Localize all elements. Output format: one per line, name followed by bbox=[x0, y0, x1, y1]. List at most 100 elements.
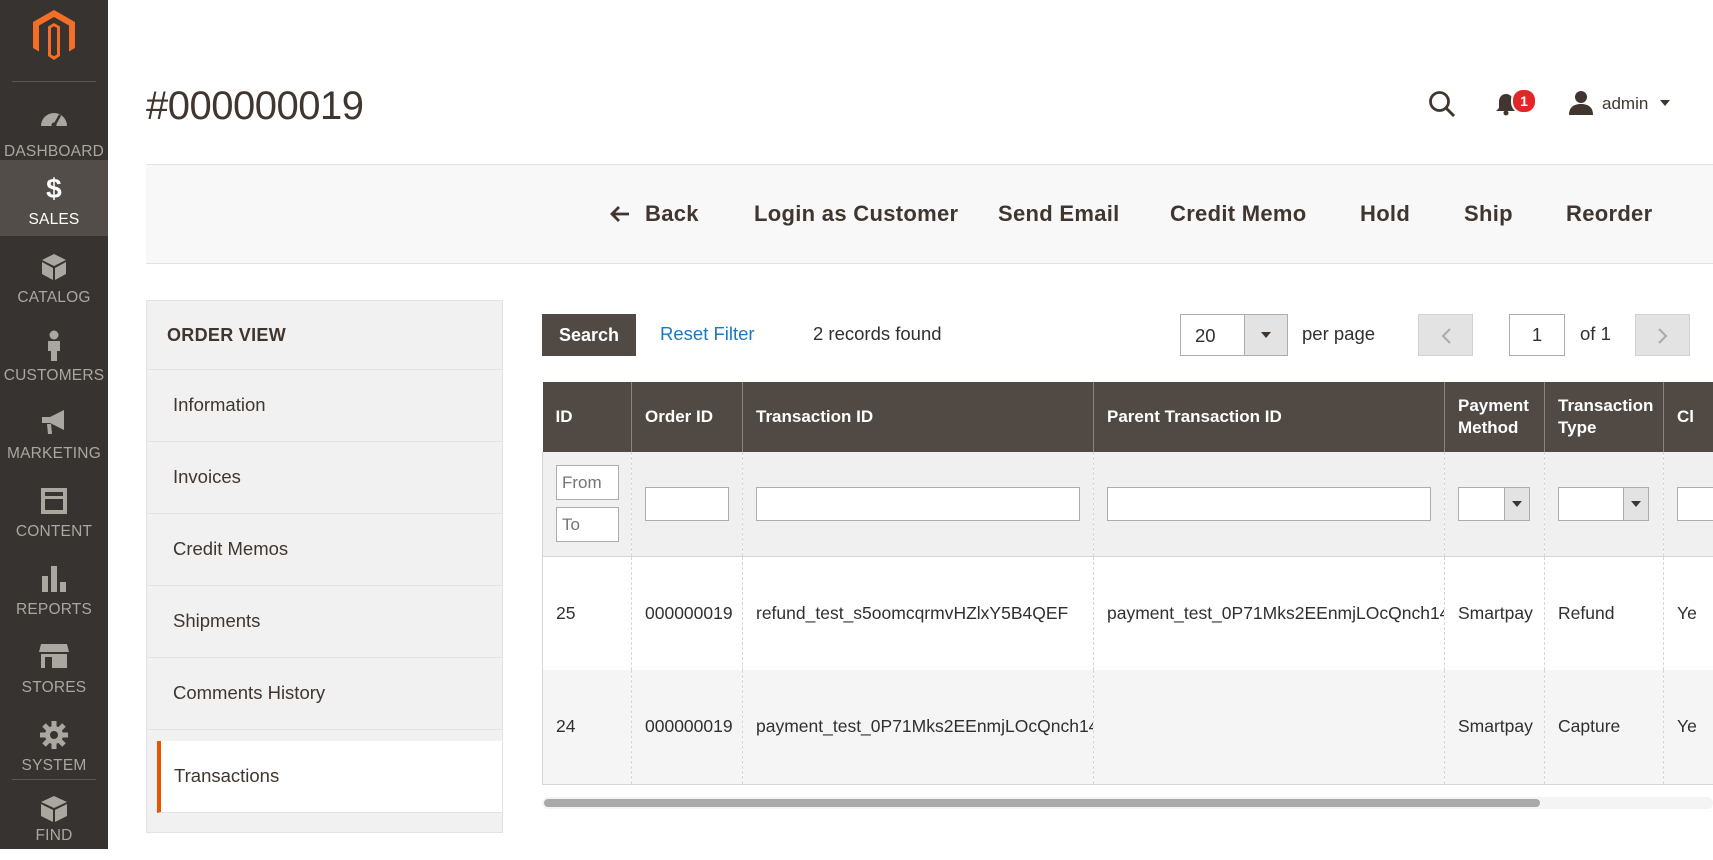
tab-label: Transactions bbox=[174, 765, 279, 787]
id-from-input[interactable] bbox=[556, 465, 619, 500]
hold-button[interactable]: Hold bbox=[1360, 201, 1410, 227]
table-row[interactable]: 24 000000019 payment_test_0P71Mks2EEnmjL… bbox=[543, 670, 1713, 784]
column-header-closed[interactable]: Cl bbox=[1664, 382, 1713, 452]
cell-id: 25 bbox=[543, 556, 632, 670]
box-icon bbox=[40, 252, 68, 282]
id-range-filter bbox=[543, 452, 632, 556]
credit-memo-button[interactable]: Credit Memo bbox=[1170, 201, 1307, 227]
column-header-transaction-id[interactable]: Transaction ID bbox=[743, 382, 1094, 452]
cell-transaction-type: Refund bbox=[1545, 556, 1664, 670]
cell-parent-transaction-id bbox=[1094, 670, 1445, 784]
cell-payment-method: Smartpay bbox=[1445, 670, 1545, 784]
column-header-id[interactable]: ID bbox=[543, 382, 632, 452]
previous-page-button[interactable] bbox=[1418, 314, 1473, 356]
nav-label: SALES bbox=[0, 211, 108, 229]
scrollbar-thumb[interactable] bbox=[544, 799, 1540, 807]
nav-label: SYSTEM bbox=[0, 757, 108, 775]
tab-information[interactable]: Information bbox=[147, 370, 502, 442]
cell-closed: Ye bbox=[1664, 556, 1713, 670]
nav-label: STORES bbox=[0, 679, 108, 697]
order-id-filter[interactable] bbox=[645, 487, 729, 521]
per-page-value: 20 bbox=[1195, 325, 1216, 347]
find-divider bbox=[12, 779, 96, 780]
dropdown-button[interactable] bbox=[1623, 488, 1648, 520]
tab-credit-memos[interactable]: Credit Memos bbox=[147, 514, 502, 586]
page-title: #000000019 bbox=[146, 84, 363, 129]
nav-content[interactable]: CONTENT bbox=[0, 472, 108, 548]
cell-id: 24 bbox=[543, 670, 632, 784]
search-icon bbox=[1428, 90, 1456, 118]
closed-filter[interactable] bbox=[1677, 487, 1713, 521]
column-header-order-id[interactable]: Order ID bbox=[632, 382, 743, 452]
nav-dashboard[interactable]: DASHBOARD bbox=[0, 92, 108, 168]
tab-transactions[interactable]: Transactions bbox=[157, 741, 502, 813]
nav-stores[interactable]: STORES bbox=[0, 628, 108, 704]
order-view-tabs: ORDER VIEW Information Invoices Credit M… bbox=[146, 300, 503, 833]
nav-reports[interactable]: REPORTS bbox=[0, 550, 108, 626]
tab-comments-history[interactable]: Comments History bbox=[147, 658, 502, 730]
cell-transaction-id: refund_test_s5oomcqrmvHZlxY5B4QEF bbox=[743, 556, 1094, 670]
dropdown-button[interactable] bbox=[1244, 315, 1287, 355]
column-header-payment-method[interactable]: Payment Method bbox=[1445, 382, 1545, 452]
next-page-button[interactable] bbox=[1635, 314, 1690, 356]
cell-closed: Ye bbox=[1664, 670, 1713, 784]
magento-logo[interactable] bbox=[0, 0, 108, 80]
dropdown-button[interactable] bbox=[1504, 488, 1529, 520]
payment-method-filter[interactable] bbox=[1458, 487, 1530, 521]
chevron-down-icon bbox=[1631, 501, 1641, 507]
arrow-left-icon bbox=[609, 203, 631, 225]
nav-catalog[interactable]: CATALOG bbox=[0, 238, 108, 314]
nav-label: DASHBOARD bbox=[0, 143, 108, 161]
records-found: 2 records found bbox=[813, 323, 942, 345]
user-menu-button[interactable] bbox=[1568, 90, 1594, 121]
ship-button[interactable]: Ship bbox=[1464, 201, 1513, 227]
column-header-transaction-type[interactable]: Transaction Type bbox=[1545, 382, 1664, 452]
chevron-right-icon bbox=[1657, 327, 1669, 345]
reset-filter-link[interactable]: Reset Filter bbox=[660, 323, 755, 345]
column-header-parent-transaction-id[interactable]: Parent Transaction ID bbox=[1094, 382, 1445, 452]
chevron-down-icon[interactable] bbox=[1660, 100, 1670, 106]
megaphone-icon bbox=[39, 408, 69, 436]
search-button[interactable]: Search bbox=[542, 314, 636, 356]
transaction-id-filter[interactable] bbox=[756, 487, 1080, 521]
id-to-input[interactable] bbox=[556, 507, 619, 542]
login-as-customer-button[interactable]: Login as Customer bbox=[754, 201, 958, 227]
back-label: Back bbox=[645, 201, 699, 226]
tab-shipments[interactable]: Shipments bbox=[147, 586, 502, 658]
parent-transaction-id-filter[interactable] bbox=[1107, 487, 1431, 521]
cell-transaction-id: payment_test_0P71Mks2EEnmjLOcQnch14 bbox=[743, 670, 1094, 784]
nav-label: CONTENT bbox=[0, 523, 108, 541]
cell-order-id: 000000019 bbox=[632, 670, 743, 784]
user-icon bbox=[1568, 90, 1594, 116]
nav-system[interactable]: SYSTEM bbox=[0, 706, 108, 782]
partners-box-icon bbox=[39, 794, 69, 824]
reorder-button[interactable]: Reorder bbox=[1566, 201, 1652, 227]
dashboard-icon bbox=[39, 106, 69, 130]
nav-customers[interactable]: CUSTOMERS bbox=[0, 316, 108, 392]
transactions-table: ID Order ID Transaction ID Parent Transa… bbox=[542, 382, 1713, 785]
transaction-type-filter[interactable] bbox=[1558, 487, 1649, 521]
per-page-select[interactable]: 20 bbox=[1180, 314, 1288, 356]
global-search-button[interactable] bbox=[1428, 90, 1456, 123]
store-icon bbox=[38, 642, 70, 670]
nav-label: CATALOG bbox=[0, 289, 108, 307]
cell-order-id: 000000019 bbox=[632, 556, 743, 670]
cell-transaction-type: Capture bbox=[1545, 670, 1664, 784]
tab-label: Comments History bbox=[173, 682, 325, 704]
per-page-label: per page bbox=[1302, 323, 1375, 345]
chevron-left-icon bbox=[1440, 327, 1452, 345]
back-button[interactable]: Back bbox=[645, 201, 699, 227]
transaction-type-filter-cell bbox=[1545, 452, 1664, 556]
username[interactable]: admin bbox=[1602, 94, 1648, 114]
tab-label: Credit Memos bbox=[173, 538, 288, 560]
filter-row bbox=[543, 452, 1713, 556]
send-email-button[interactable]: Send Email bbox=[998, 201, 1120, 227]
tab-label: Invoices bbox=[173, 466, 241, 488]
nav-sales[interactable]: $ SALES bbox=[0, 160, 108, 236]
nav-label: REPORTS bbox=[0, 601, 108, 619]
page-number-input[interactable] bbox=[1509, 314, 1565, 356]
nav-marketing[interactable]: MARKETING bbox=[0, 394, 108, 470]
page-total: of 1 bbox=[1580, 323, 1611, 345]
table-row[interactable]: 25 000000019 refund_test_s5oomcqrmvHZlxY… bbox=[543, 556, 1713, 670]
tab-invoices[interactable]: Invoices bbox=[147, 442, 502, 514]
